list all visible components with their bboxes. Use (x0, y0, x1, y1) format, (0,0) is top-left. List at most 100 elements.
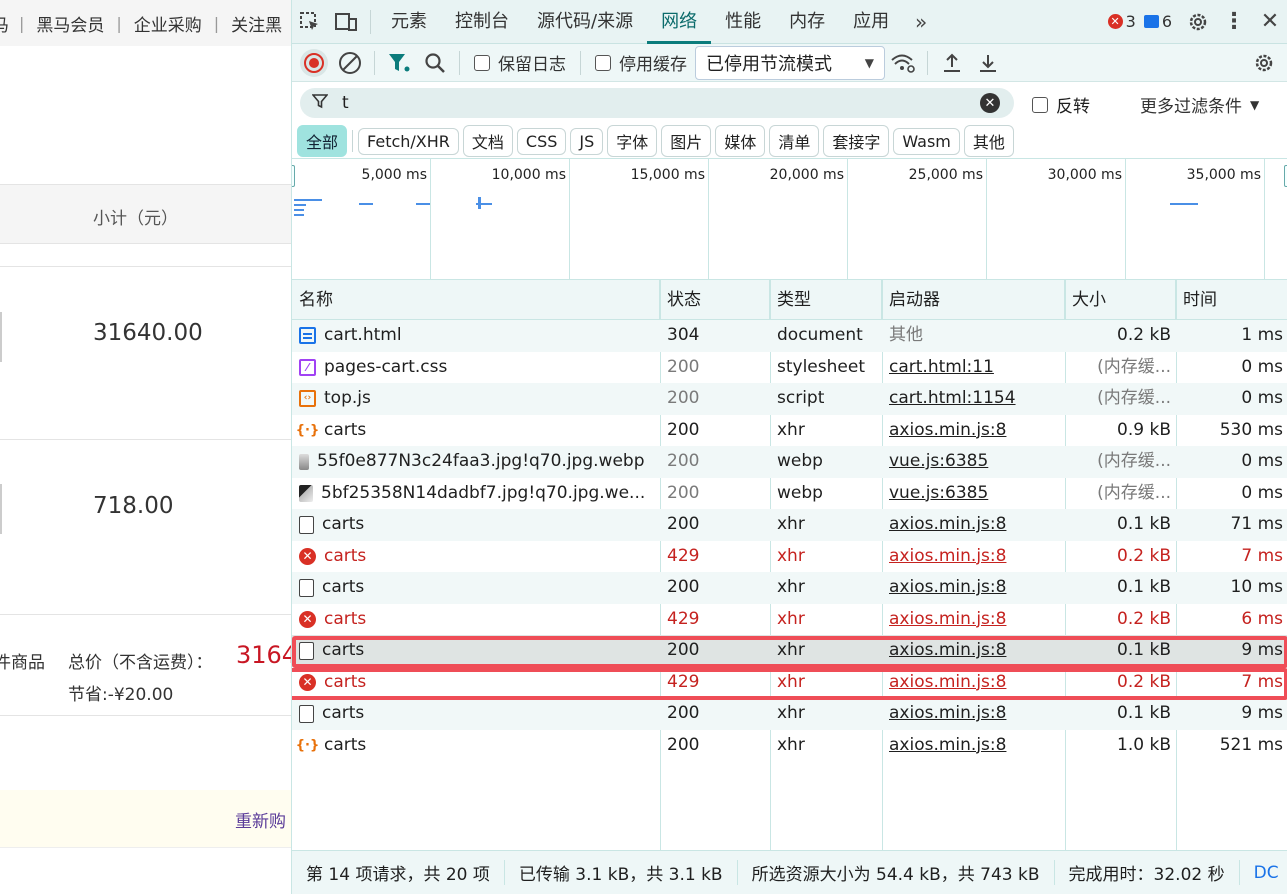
request-row[interactable]: {·} carts 200 xhr axios.min.js:8 0.9 kB 530 ms (292, 415, 1287, 447)
nav-item-enterprise[interactable]: 企业采购 (122, 11, 214, 36)
request-initiator[interactable]: axios.min.js:8 (882, 667, 1065, 699)
request-name-cell[interactable]: ‹› top.js (292, 383, 660, 415)
request-name-cell[interactable]: {·} carts (292, 415, 660, 447)
type-filter-other[interactable]: 其他 (963, 125, 1014, 157)
request-row[interactable]: ✕ carts 429 xhr axios.min.js:8 0.2 kB 7 ms (292, 667, 1287, 699)
type-filter-css[interactable]: CSS (516, 127, 567, 155)
type-filter-fetch-xhr[interactable]: Fetch/XHR (358, 127, 459, 155)
request-name-cell[interactable]: carts (292, 698, 660, 730)
checkbox-box[interactable] (474, 54, 490, 71)
request-name-cell[interactable]: ✕ carts (292, 604, 660, 636)
tab-console[interactable]: 控制台 (441, 0, 523, 44)
type-filter-socket[interactable]: 套接字 (823, 125, 890, 157)
type-filter-media[interactable]: 媒体 (715, 125, 766, 157)
type-filter-doc[interactable]: 文档 (462, 125, 513, 157)
request-name-cell[interactable]: ✕ carts (292, 667, 660, 699)
tab-application[interactable]: 应用 (839, 0, 903, 44)
column-header-status[interactable]: 状态 (660, 280, 770, 319)
request-initiator[interactable]: cart.html:11 (882, 352, 1065, 384)
throttling-select[interactable]: 已停用节流模式 ▼ (695, 45, 885, 80)
request-initiator[interactable]: vue.js:6385 (882, 478, 1065, 510)
tab-memory[interactable]: 内存 (775, 0, 839, 44)
more-options-icon[interactable]: ⋮ (1216, 4, 1252, 40)
more-filters-dropdown[interactable]: 更多过滤条件 ▼ (1140, 92, 1259, 117)
type-filter-manifest[interactable]: 清单 (769, 125, 820, 157)
device-toolbar-icon[interactable] (328, 4, 364, 40)
type-filter-all[interactable]: 全部 (297, 125, 348, 157)
request-row[interactable]: cart.html 304 document 其他 0.2 kB 1 ms (292, 320, 1287, 352)
settings-gear-icon[interactable] (1180, 4, 1216, 40)
clear-icon[interactable] (332, 45, 368, 81)
request-initiator[interactable]: axios.min.js:8 (882, 698, 1065, 730)
tab-performance[interactable]: 性能 (711, 0, 775, 44)
request-initiator[interactable]: axios.min.js:8 (882, 415, 1065, 447)
request-row[interactable]: carts 200 xhr axios.min.js:8 0.1 kB 9 ms (292, 698, 1287, 730)
search-icon[interactable] (417, 45, 453, 81)
request-initiator[interactable]: cart.html:1154 (882, 383, 1065, 415)
clear-filter-icon[interactable]: ✕ (980, 93, 1000, 113)
rebuy-link[interactable]: 重新购 (235, 807, 286, 832)
filter-input[interactable]: t ✕ (300, 88, 1014, 118)
disable-cache-checkbox[interactable]: 停用缓存 (595, 50, 687, 75)
request-row[interactable]: carts 200 xhr axios.min.js:8 0.1 kB 9 ms (292, 635, 1287, 667)
tab-sources[interactable]: 源代码/来源 (523, 0, 647, 44)
close-icon[interactable]: ✕ (1252, 4, 1287, 40)
request-row[interactable]: {·} carts 200 xhr axios.min.js:8 1.0 kB 521 ms (292, 730, 1287, 762)
request-initiator[interactable]: axios.min.js:8 (882, 509, 1065, 541)
request-name-cell[interactable]: {·} carts (292, 730, 660, 762)
request-row[interactable]: carts 200 xhr axios.min.js:8 0.1 kB 10 ms (292, 572, 1287, 604)
preserve-log-checkbox[interactable]: 保留日志 (474, 50, 566, 75)
overview-left-handle[interactable] (292, 165, 295, 187)
type-filter-wasm[interactable]: Wasm (893, 127, 960, 155)
invert-checkbox[interactable]: 反转 (1032, 92, 1090, 117)
request-name-cell[interactable]: carts (292, 635, 660, 667)
request-name-cell[interactable]: carts (292, 572, 660, 604)
error-counter[interactable]: ✕ 3 (1107, 12, 1136, 31)
request-initiator[interactable]: axios.min.js:8 (882, 604, 1065, 636)
type-filter-font[interactable]: 字体 (607, 125, 658, 157)
checkbox-box[interactable] (595, 54, 611, 71)
column-header-type[interactable]: 类型 (770, 280, 882, 319)
tab-network[interactable]: 网络 (647, 0, 712, 44)
nav-item-member[interactable]: 黑马会员 (24, 11, 116, 36)
request-initiator[interactable]: axios.min.js:8 (882, 730, 1065, 762)
request-initiator[interactable]: axios.min.js:8 (882, 572, 1065, 604)
column-header-name[interactable]: 名称 (292, 280, 660, 319)
request-row[interactable]: ✕ carts 429 xhr axios.min.js:8 0.2 kB 6 ms (292, 604, 1287, 636)
more-tabs-icon[interactable]: » (903, 4, 939, 40)
column-header-size[interactable]: 大小 (1065, 280, 1176, 319)
request-row[interactable]: ⁄ pages-cart.css 200 stylesheet cart.html:11… (292, 352, 1287, 384)
download-icon[interactable] (970, 45, 1006, 81)
upload-icon[interactable] (934, 45, 970, 81)
filter-funnel-icon[interactable] (381, 45, 417, 81)
network-overview-timeline[interactable]: 5,000 ms 10,000 ms 15,000 ms 20,000 ms 2… (292, 158, 1287, 281)
nav-item-cut[interactable]: 马 (0, 11, 19, 36)
column-header-initiator[interactable]: 启动器 (882, 280, 1065, 319)
request-row[interactable]: ‹› top.js 200 script cart.html:1154 (内存缓... 0 … (292, 383, 1287, 415)
type-filter-img[interactable]: 图片 (661, 125, 712, 157)
request-name-cell[interactable]: cart.html (292, 320, 660, 352)
request-initiator[interactable]: vue.js:6385 (882, 446, 1065, 478)
network-conditions-icon[interactable] (885, 45, 921, 81)
request-initiator[interactable]: axios.min.js:8 (882, 635, 1065, 667)
request-name-cell[interactable]: carts (292, 509, 660, 541)
type-filter-js[interactable]: JS (570, 127, 604, 155)
request-name-cell[interactable]: 55f0e877N3c24faa3.jpg!q70.jpg.webp (292, 446, 660, 478)
request-row[interactable]: ✕ carts 429 xhr axios.min.js:8 0.2 kB 7 ms (292, 541, 1287, 573)
inspect-element-icon[interactable] (292, 4, 328, 40)
request-initiator[interactable]: axios.min.js:8 (882, 541, 1065, 573)
request-row[interactable]: carts 200 xhr axios.min.js:8 0.1 kB 71 ms (292, 509, 1287, 541)
request-row[interactable]: 5bf25358N14dadbf7.jpg!q70.jpg.we... 200 we… (292, 478, 1287, 510)
savings-label: 节省:-¥20.00 (68, 685, 174, 705)
nav-item-follow[interactable]: 关注黑 (219, 11, 291, 36)
tab-elements[interactable]: 元素 (377, 0, 441, 44)
request-name-cell[interactable]: ⁄ pages-cart.css (292, 352, 660, 384)
request-name-cell[interactable]: ✕ carts (292, 541, 660, 573)
record-stop-icon[interactable] (296, 45, 332, 81)
message-counter[interactable]: 6 (1143, 12, 1172, 31)
column-header-time[interactable]: 时间 (1176, 280, 1287, 319)
network-settings-gear-icon[interactable] (1246, 45, 1282, 81)
request-row[interactable]: 55f0e877N3c24faa3.jpg!q70.jpg.webp 200 web… (292, 446, 1287, 478)
checkbox-box[interactable] (1032, 96, 1048, 113)
request-name-cell[interactable]: 5bf25358N14dadbf7.jpg!q70.jpg.we... (292, 478, 660, 510)
